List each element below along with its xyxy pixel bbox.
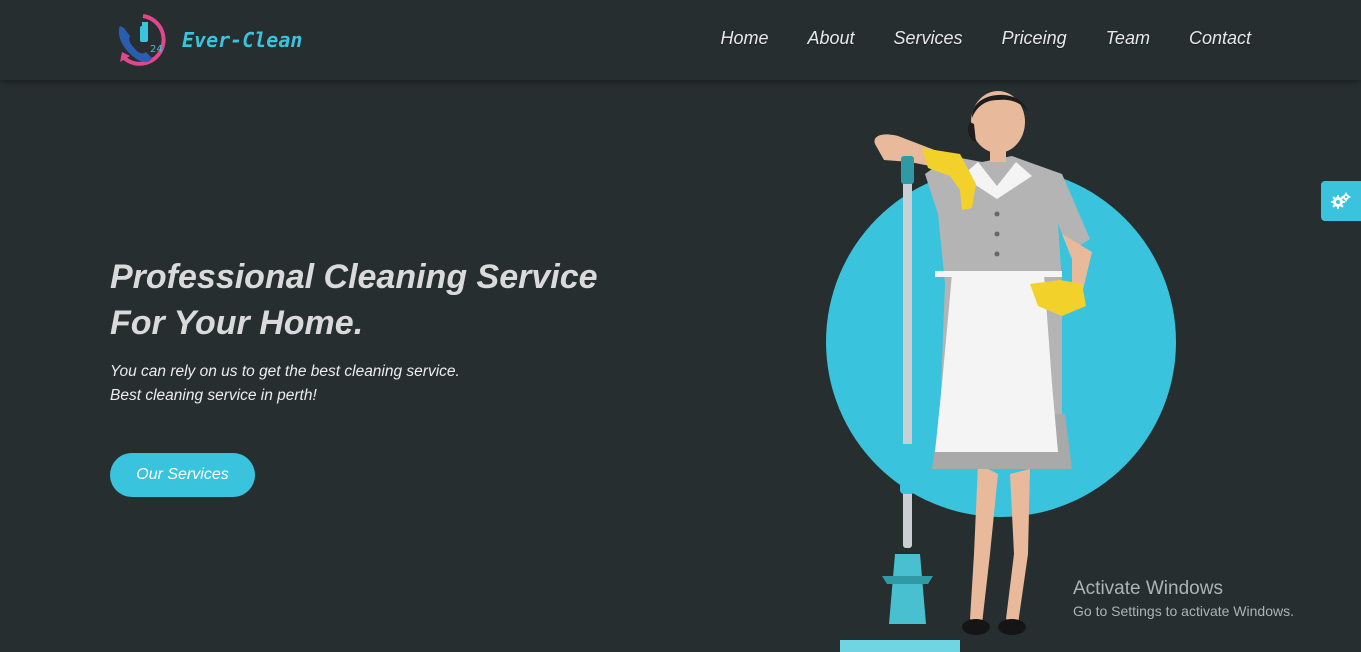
hero-title: Professional Cleaning Service For Your H… bbox=[110, 254, 670, 346]
nav-contact[interactable]: Contact bbox=[1189, 28, 1251, 49]
hero-subtitle: You can rely on us to get the best clean… bbox=[110, 360, 460, 408]
watermark-title: Activate Windows bbox=[1073, 578, 1223, 599]
hero-subtitle-line1: You can rely on us to get the best clean… bbox=[110, 363, 460, 380]
phone-24-logo-icon: 24 bbox=[118, 14, 166, 66]
nav-home[interactable]: Home bbox=[720, 28, 768, 49]
gears-icon bbox=[1331, 192, 1351, 209]
nav-pricing[interactable]: Priceing bbox=[1002, 28, 1067, 49]
cleaning-woman-with-mop-illustration bbox=[826, 91, 1176, 652]
brand-name: Ever-Clean bbox=[182, 28, 303, 52]
brand-logo[interactable]: 24 Ever-Clean bbox=[112, 10, 302, 70]
logo-badge: 24 bbox=[150, 44, 163, 55]
settings-toggle-button[interactable] bbox=[1321, 181, 1361, 221]
hero-title-line2: For Your Home. bbox=[110, 304, 364, 342]
our-services-button[interactable]: Our Services bbox=[110, 453, 255, 497]
nav-services[interactable]: Services bbox=[894, 28, 963, 49]
hero-subtitle-line2: Best cleaning service in perth! bbox=[110, 387, 317, 404]
nav-about[interactable]: About bbox=[807, 28, 854, 49]
mop-pad bbox=[840, 640, 960, 652]
watermark-message: Go to Settings to activate Windows. bbox=[1073, 603, 1294, 619]
main-nav: Home About Services Priceing Team Contac… bbox=[720, 28, 1251, 49]
nav-team[interactable]: Team bbox=[1106, 28, 1150, 49]
activate-windows-watermark: Activate Windows Go to Settings to activ… bbox=[1073, 578, 1294, 619]
hero-title-line1: Professional Cleaning Service bbox=[110, 258, 598, 296]
site-header: 24 Ever-Clean Home About Services Pricei… bbox=[0, 0, 1361, 80]
